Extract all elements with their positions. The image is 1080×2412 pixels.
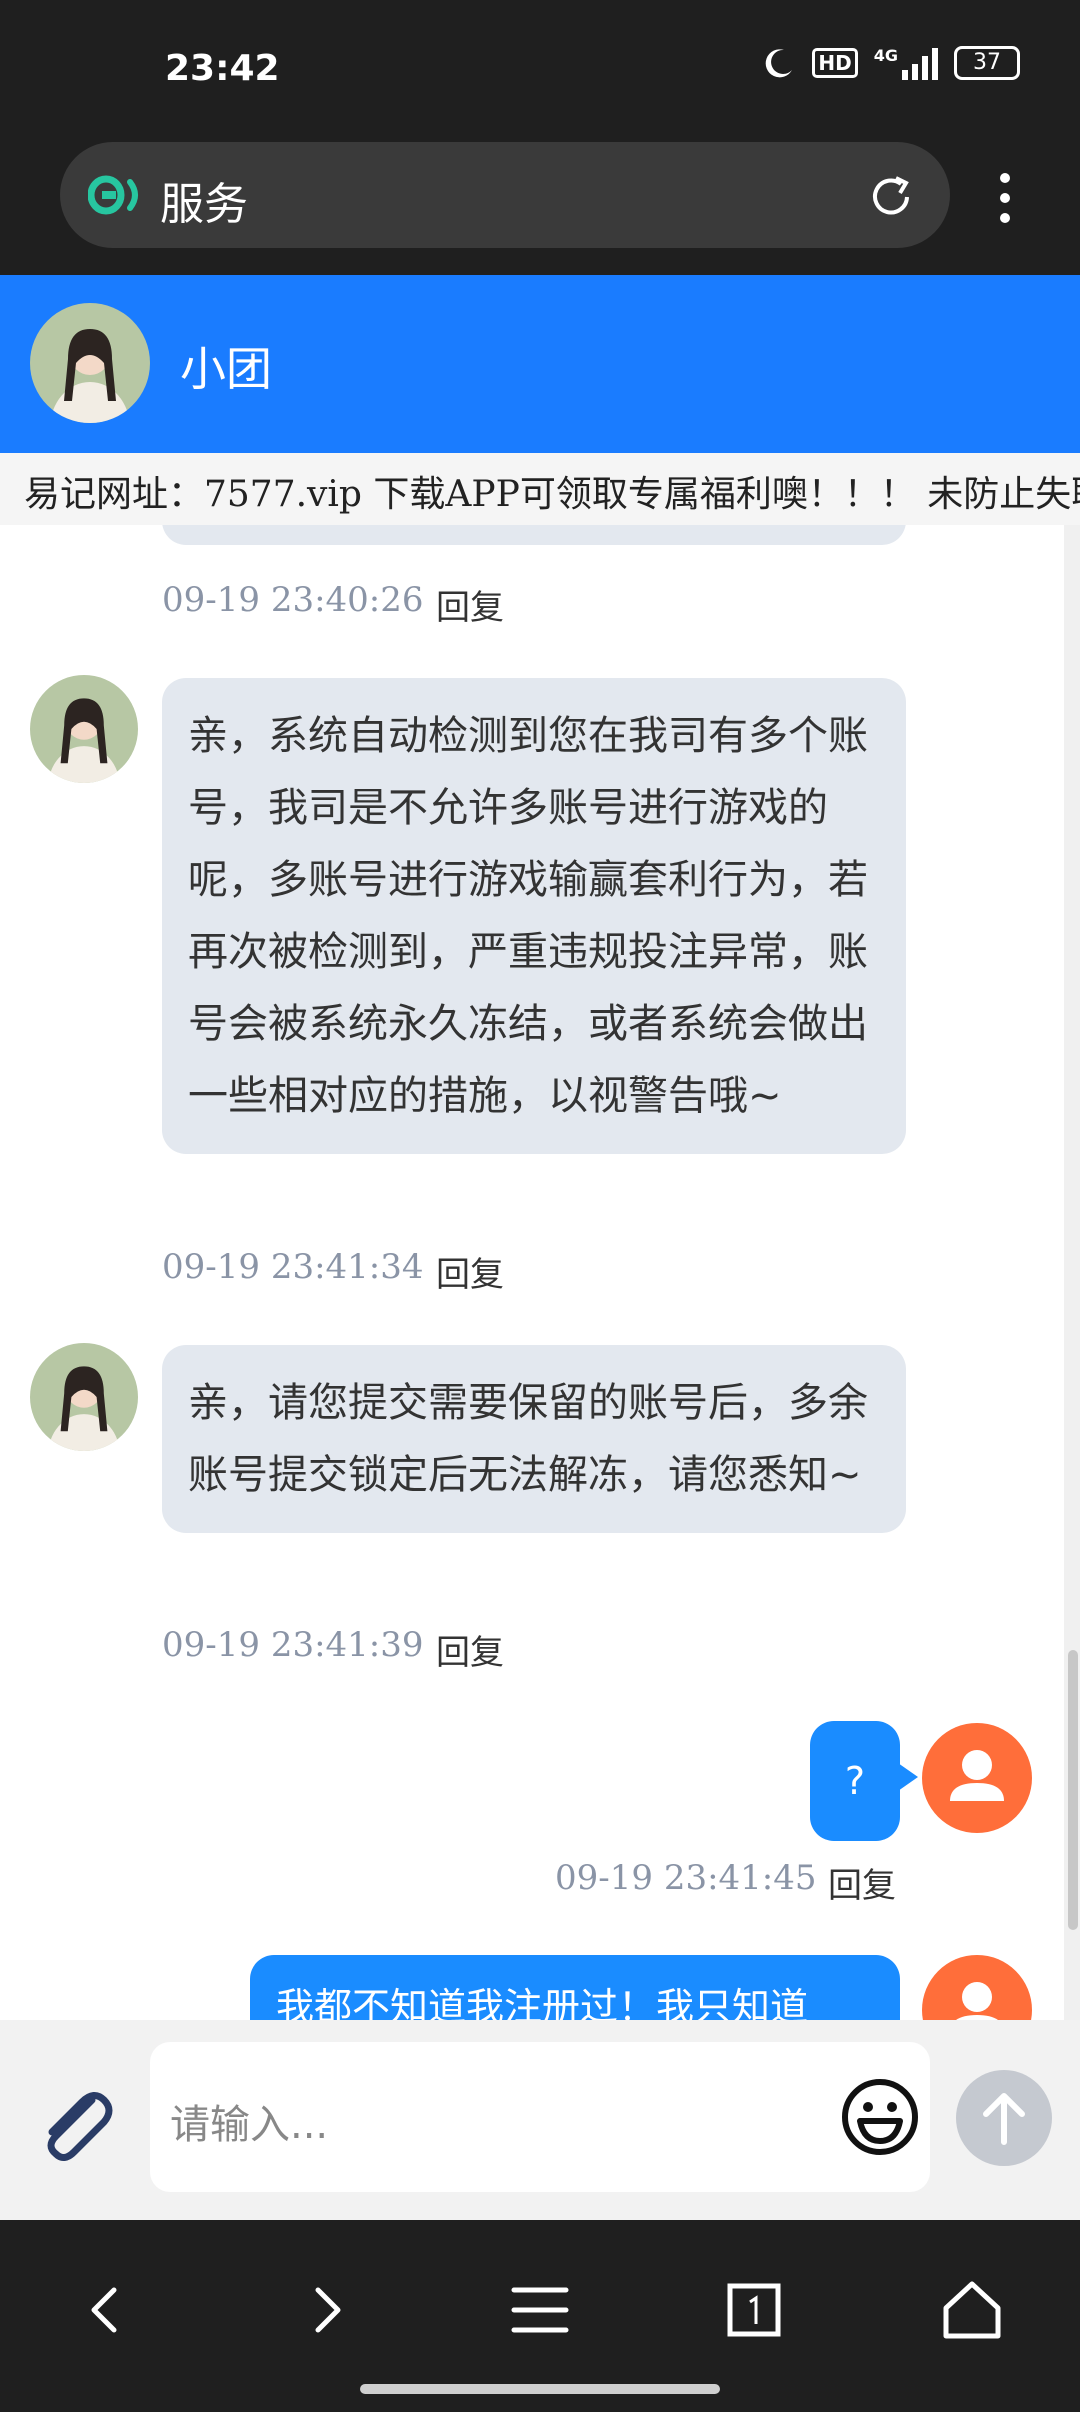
user-avatar [922,1955,1032,2020]
reload-icon[interactable] [866,172,916,222]
moon-icon [766,49,793,78]
attachment-icon[interactable] [32,2080,122,2170]
message-time: 09-19 23:41:39 [162,1625,424,1665]
reply-link[interactable]: 回复 [436,580,504,629]
url-text: 服务 [160,179,248,230]
agent-avatar [30,675,138,783]
composer: 请输入... [0,2020,1080,2220]
scrollbar-thumb[interactable] [1068,1650,1078,1930]
site-logo-icon [88,175,138,215]
status-time: 23:42 [165,48,280,89]
agent-avatar [30,1343,138,1451]
message-input[interactable]: 请输入... [150,2042,930,2192]
address-bar[interactable]: 服务 [60,142,950,248]
tabs-icon[interactable] [714,2270,794,2350]
back-icon[interactable] [66,2270,146,2350]
status-bar: 23:42 HD 4G 37 [0,0,1080,140]
chat-title: 小团 [180,342,272,396]
more-menu-icon[interactable] [990,170,1020,226]
input-placeholder: 请输入... [170,2102,329,2148]
browser-toolbar: 服务 [0,140,1080,275]
message-bubble: 亲，请您提交需要保留的账号后，多余账号提交锁定后无法解冻，请您悉知~ [162,1345,906,1533]
message-bubble: 亲，系统自动检测到您在我司有多个账号，我司是不允许多账号进行游戏的呢，多账号进行… [162,678,906,1154]
message-bubble: 我都不知道我注册过！我只知道 [250,1955,900,2020]
reply-link[interactable]: 回复 [828,1858,896,1907]
notice-marquee: 易记网址：7577.vip 下载APP可领取专属福利噢！！！ 未防止失联 [0,453,1080,525]
message-bubble [162,525,906,545]
user-icon [950,1750,1004,1801]
arrow-up-icon [983,2093,1025,2145]
reply-link[interactable]: 回复 [436,1247,504,1296]
signal-icon: 4G [874,46,938,80]
user-avatar [922,1723,1032,1833]
scrollbar[interactable] [1064,525,1080,2020]
hd-icon: HD [812,48,858,78]
user-icon [956,1982,998,2020]
message-list[interactable]: 09-19 23:40:26 回复 亲，系统自动检测到您在我司有多个账号，我司是… [0,525,1080,2020]
message-time: 09-19 23:41:34 [162,1247,424,1287]
status-icons: HD 4G 37 [762,46,1020,80]
menu-icon[interactable] [500,2270,580,2350]
agent-avatar [30,303,150,423]
emoji-icon[interactable] [840,2077,920,2157]
network-type: 4G [873,46,898,65]
message-time: 09-19 23:41:45 [555,1858,817,1898]
notice-text: 易记网址：7577.vip 下载APP可领取专属福利噢！！！ 未防止失联 [24,474,1080,515]
message-time: 09-19 23:40:26 [162,580,424,620]
forward-icon[interactable] [286,2270,366,2350]
battery-icon: 37 [954,46,1020,80]
chat-header: 小团 [0,275,1080,453]
home-icon[interactable] [932,2270,1012,2350]
battery-level: 37 [973,50,1001,75]
send-button[interactable] [956,2070,1052,2166]
browser-nav-bar [0,2220,1080,2412]
home-indicator[interactable] [360,2384,720,2394]
message-bubble: ? [810,1721,918,1841]
reply-link[interactable]: 回复 [436,1625,504,1674]
